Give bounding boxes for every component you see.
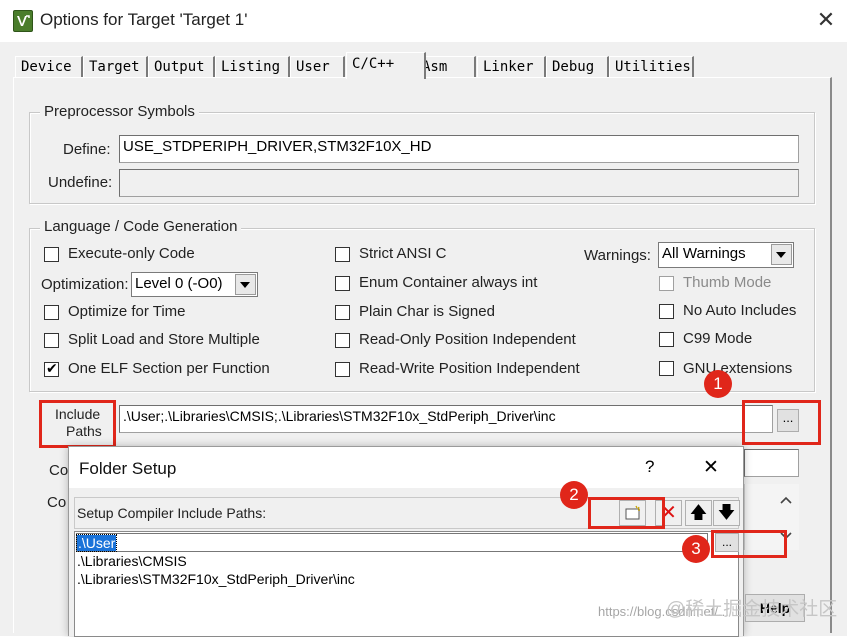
rw-position-label: Read-Write Position Independent [359,360,580,377]
scroll-up-icon[interactable] [780,496,792,504]
strict-ansi-label: Strict ANSI C [359,245,447,262]
one-elf-label: One ELF Section per Function [68,360,270,377]
tab-user[interactable]: User [290,56,345,78]
chevron-down-icon[interactable] [771,244,792,265]
close-window-icon[interactable]: ✕ [815,9,837,31]
arrow-up-icon: 🡅 [689,503,708,522]
define-input[interactable]: USE_STDPERIPH_DRIVER,STM32F10X_HD [119,135,799,163]
execute-only-checkbox[interactable] [44,247,59,262]
close-dialog-icon[interactable]: ✕ [703,456,719,479]
tab-linker[interactable]: Linker [477,56,546,78]
ro-position-label: Read-Only Position Independent [359,331,576,348]
watermark-brand: @稀土掘金技术社区 [666,599,838,620]
optimize-time-label: Optimize for Time [68,303,186,320]
optimization-select[interactable]: Level 0 (-O0) [131,272,258,297]
tab-utilities[interactable]: Utilities [609,56,694,78]
thumb-mode-checkbox[interactable] [659,276,674,291]
highlight-browse-button [742,400,821,445]
split-load-label: Split Load and Store Multiple [68,331,260,348]
folder-setup-title: Folder Setup [79,459,177,478]
preprocessor-legend: Preprocessor Symbols [40,103,199,120]
c99-mode-label: C99 Mode [683,330,753,347]
undefine-input[interactable] [119,169,799,197]
gnu-extensions-checkbox[interactable] [659,361,674,376]
move-down-button[interactable]: 🡇 [713,500,740,526]
path-item[interactable]: .\Libraries\STM32F10x_StdPeriph_Driver\i… [77,571,355,587]
arrow-down-icon: 🡇 [717,503,736,522]
enum-container-label: Enum Container always int [359,274,538,291]
warnings-select[interactable]: All Warnings [658,242,794,268]
no-auto-includes-label: No Auto Includes [683,302,797,319]
move-up-button[interactable]: 🡅 [685,500,712,526]
tab-strip: Device Target Output Listing User C/C++ … [12,52,832,79]
tab-c-cpp[interactable]: C/C++ [346,52,426,79]
one-elf-checkbox[interactable]: ✔ [44,360,59,377]
optimization-value: Level 0 (-O0) [135,275,223,292]
c99-mode-checkbox[interactable] [659,332,674,347]
split-load-checkbox[interactable] [44,333,59,348]
misc-controls-label-partial: Co [49,462,69,479]
highlight-include-label [39,400,116,448]
optimize-time-checkbox[interactable] [44,305,59,320]
ro-position-checkbox[interactable] [335,333,350,348]
thumb-mode-label: Thumb Mode [683,274,772,291]
undefine-label: Undefine: [48,174,113,191]
keil-app-icon [13,10,33,32]
warnings-value: All Warnings [662,245,746,262]
plain-char-checkbox[interactable] [335,305,350,320]
plain-char-label: Plain Char is Signed [359,303,495,320]
annotation-badge-3: 3 [682,535,710,563]
warnings-label: Warnings: [584,247,651,264]
include-paths-input[interactable]: .\User;.\Libraries\CMSIS;.\Libraries\STM… [119,405,773,433]
execute-only-label: Execute-only Code [68,245,195,262]
highlight-path-browse [711,530,787,558]
tab-debug[interactable]: Debug [546,56,609,78]
enum-container-checkbox[interactable] [335,276,350,291]
highlight-new-folder [588,497,665,529]
gnu-extensions-label: GNU extensions [683,360,793,377]
path-item[interactable]: .\Libraries\CMSIS [77,553,187,569]
compiler-string-label-partial: Co [47,494,67,511]
annotation-badge-1: 1 [704,370,732,398]
chevron-down-icon[interactable] [235,274,256,295]
checkmark-icon: ✔ [46,360,58,376]
strict-ansi-checkbox[interactable] [335,247,350,262]
no-auto-includes-checkbox[interactable] [659,304,674,319]
annotation-badge-2: 2 [560,481,588,509]
help-question-icon[interactable]: ? [645,457,654,477]
tab-target[interactable]: Target [83,56,148,78]
rw-position-checkbox[interactable] [335,362,350,377]
optimization-label: Optimization: [41,276,129,293]
tab-output[interactable]: Output [148,56,215,78]
setup-include-paths-label: Setup Compiler Include Paths: [77,505,267,521]
path-item-selected[interactable]: .\User [75,534,118,552]
tab-listing[interactable]: Listing [215,56,290,78]
misc-controls-input-partial[interactable] [744,449,799,477]
define-label: Define: [63,141,111,158]
path-edit-row[interactable] [76,533,708,552]
codegen-legend: Language / Code Generation [40,218,242,235]
window-title: Options for Target 'Target 1' [40,10,248,29]
tab-device[interactable]: Device [15,56,83,78]
